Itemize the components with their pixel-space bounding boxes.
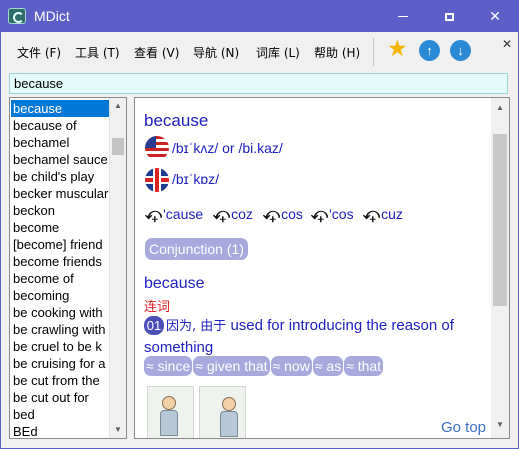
search-bar — [9, 73, 508, 94]
word-list-item[interactable]: bed — [11, 406, 110, 423]
word-list-item[interactable]: because — [11, 100, 110, 117]
scroll-down-icon[interactable]: ▼ — [114, 425, 122, 434]
illustration-figure-body — [160, 410, 178, 436]
variant-icon: ⤽ — [213, 206, 231, 223]
menu-help[interactable]: 帮助 (H) — [314, 44, 360, 61]
minimize-button[interactable] — [380, 1, 426, 32]
illustration-image — [199, 386, 246, 438]
menu-close-icon[interactable]: ✕ — [502, 37, 512, 51]
forward-arrow-icon[interactable]: ↓ — [450, 40, 471, 61]
word-list-item[interactable]: be cut from the — [11, 372, 110, 389]
maximize-button[interactable] — [426, 1, 472, 32]
variant-item[interactable]: ⤽cuz — [363, 206, 403, 224]
synonym-tag[interactable]: ≈ now — [270, 356, 312, 376]
variant-item[interactable]: ⤽coz — [213, 206, 253, 224]
word-list-item[interactable]: be cut out for — [11, 389, 110, 406]
word-list-scroll-thumb[interactable] — [112, 138, 124, 155]
word-list-item[interactable]: [become] friend — [11, 236, 110, 253]
scroll-up-icon[interactable]: ▲ — [496, 103, 504, 112]
illustration-figure-body — [220, 411, 238, 437]
synonym-row: ≈ since ≈ given that ≈ now ≈ as ≈ that — [144, 356, 384, 376]
word-list-item[interactable]: be cruising for a — [11, 355, 110, 372]
word-list-item[interactable]: be cruel to be k — [11, 338, 110, 355]
menu-bar: 文件 (F) 工具 (T) 查看 (V) 导航 (N) 词库 (L) 帮助 (H… — [1, 32, 518, 70]
word-list-item[interactable]: be child's play — [11, 168, 110, 185]
menu-library[interactable]: 词库 (L) — [256, 44, 300, 61]
back-arrow-icon[interactable]: ↑ — [419, 40, 440, 61]
word-list-item[interactable]: becoming — [11, 287, 110, 304]
window-title: MDict — [34, 8, 70, 24]
maximize-icon — [444, 12, 454, 21]
toolbar-separator — [373, 38, 374, 66]
entry-scrollbar[interactable]: ▲ ▼ — [491, 98, 509, 438]
star-icon[interactable]: ★ — [387, 37, 408, 60]
variant-icon: ⤽ — [145, 206, 163, 223]
word-list-item[interactable]: becker muscular — [11, 185, 110, 202]
word-list-item[interactable]: BEd — [11, 423, 110, 438]
go-top-link[interactable]: Go top — [441, 419, 486, 436]
scroll-down-icon[interactable]: ▼ — [496, 420, 504, 429]
entry-scroll-thumb[interactable] — [493, 134, 507, 306]
word-list-item[interactable]: be cooking with — [11, 304, 110, 321]
synonym-tag[interactable]: ≈ given that — [193, 356, 270, 376]
word-list-item[interactable]: bechamel sauce — [11, 151, 110, 168]
word-list: because because of bechamel bechamel sauce b… — [9, 97, 127, 439]
variant-icon: ⤽ — [263, 206, 281, 223]
pos-tag-conjunction[interactable]: Conjunction (1) — [145, 238, 248, 260]
synonym-tag[interactable]: ≈ as — [312, 356, 344, 376]
synonym-tag[interactable]: ≈ since — [144, 356, 193, 376]
entry-panel: because /bɪˈkʌz/ or /bi.kaz/ /bɪˈkɒz/ ⤽'… — [134, 97, 510, 439]
word-list-item[interactable]: because of — [11, 117, 110, 134]
word-list-item[interactable]: be crawling with — [11, 321, 110, 338]
synonym-tag[interactable]: ≈ that — [344, 356, 384, 376]
illustration-figure-head — [162, 396, 176, 410]
sense-headword: because — [144, 275, 205, 292]
title-bar[interactable]: MDict ✕ — [1, 1, 518, 32]
us-flag-icon[interactable] — [145, 136, 169, 160]
sense-number: 01 — [144, 316, 164, 335]
illustration-image — [147, 386, 194, 438]
minimize-icon — [398, 16, 408, 17]
variant-icon: ⤽ — [363, 206, 381, 223]
search-input[interactable] — [14, 75, 494, 92]
mdict-logo-icon — [8, 8, 26, 24]
word-list-items: because because of bechamel bechamel sauce b… — [11, 100, 110, 438]
entry-headword: because — [144, 111, 209, 130]
variant-item[interactable]: ⤽cos — [263, 206, 303, 224]
menu-tools[interactable]: 工具 (T) — [75, 44, 120, 61]
definition-chinese: 因为, 由于 — [166, 319, 227, 334]
scroll-up-icon[interactable]: ▲ — [114, 101, 122, 110]
definition: 01 因为, 由于 used for introducing the reason… — [144, 315, 489, 358]
variant-item[interactable]: ⤽'cause — [145, 206, 203, 224]
close-icon: ✕ — [489, 8, 501, 24]
word-list-item[interactable]: become of — [11, 270, 110, 287]
menu-view[interactable]: 查看 (V) — [134, 44, 179, 61]
word-list-item[interactable]: become friends — [11, 253, 110, 270]
pos-chinese: 连词 — [144, 300, 171, 315]
variant-item[interactable]: ⤽'cos — [311, 206, 354, 224]
uk-flag-icon[interactable] — [145, 168, 169, 192]
mdict-window: MDict ✕ 文件 (F) 工具 (T) 查看 (V) 导航 (N) 词库 (… — [0, 0, 519, 449]
word-list-item[interactable]: become — [11, 219, 110, 236]
word-list-item[interactable]: beckon — [11, 202, 110, 219]
word-list-scrollbar[interactable]: ▲ ▼ — [109, 98, 126, 438]
menu-file[interactable]: 文件 (F) — [17, 44, 61, 61]
illustration-figure-head — [222, 397, 236, 411]
variant-icon: ⤽ — [311, 206, 329, 223]
word-list-item[interactable]: bechamel — [11, 134, 110, 151]
close-button[interactable]: ✕ — [472, 1, 518, 32]
menu-navigate[interactable]: 导航 (N) — [193, 44, 239, 61]
pronunciation-uk: /bɪˈkɒz/ — [172, 171, 219, 187]
pronunciation-us: /bɪˈkʌz/ or /bi.kaz/ — [172, 140, 283, 156]
